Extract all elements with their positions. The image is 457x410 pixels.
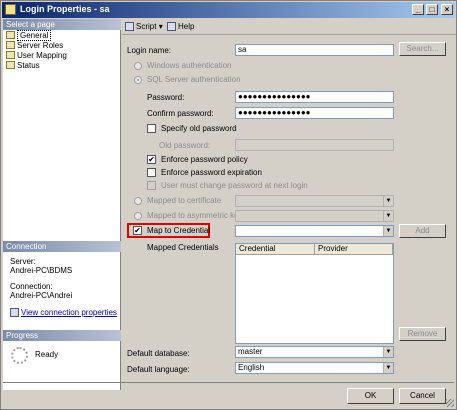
page-user-mapping[interactable]: User Mapping [6,51,67,61]
properties-icon [10,308,19,317]
mapped-credentials-label: Mapped Credentials [147,243,219,252]
password-label: Password: [147,93,185,102]
login-name-input[interactable]: sa [235,44,394,56]
password-input[interactable]: ●●●●●●●●●●●●●●● [235,91,394,103]
app-icon [5,4,16,15]
help-button[interactable]: Help [167,22,194,31]
search-button[interactable]: Search... [399,42,446,56]
chevron-down-icon: ▼ [383,196,393,206]
left-pane: Select a page General Server Roles User … [3,19,121,390]
map-credential-checkbox[interactable]: ✔ [133,226,142,235]
credential-combo[interactable]: ▼ [235,225,394,237]
default-language-label: Default language: [127,365,190,374]
maximize-button[interactable]: □ [426,4,438,15]
connection-header: Connection [3,241,121,252]
default-language-combo[interactable]: English ▼ [235,362,394,374]
map-credential-label: Map to Credential [147,226,211,235]
default-database-label: Default database: [127,349,190,358]
chevron-down-icon: ▼ [383,226,393,236]
page-icon [6,51,15,59]
mapped-credentials-grid[interactable]: Credential Provider [235,243,394,344]
page-general[interactable]: General [6,30,52,41]
chevron-down-icon: ▼ [383,363,393,373]
sql-auth-radio[interactable] [134,76,142,84]
script-icon [125,22,134,31]
default-database-combo[interactable]: master ▼ [235,346,394,358]
progress-spinner-icon [11,347,28,364]
resize-grip-icon[interactable] [446,399,454,407]
enforce-policy-label: Enforce password policy [161,155,248,164]
ok-button[interactable]: OK [347,388,394,404]
window-title: Login Properties - sa [20,4,110,14]
certificate-combo[interactable]: ▼ [235,195,394,207]
select-page-header: Select a page [3,19,121,30]
provider-column-header[interactable]: Provider [315,244,393,255]
asymmetric-key-combo[interactable]: ▼ [235,210,394,222]
remove-button[interactable]: Remove [399,327,446,341]
footer-separator [3,382,454,383]
close-button[interactable]: × [441,4,453,15]
page-server-roles[interactable]: Server Roles [6,41,63,51]
script-button[interactable]: Script ▾ [125,22,163,31]
windows-auth-label: Windows authentication [147,61,232,70]
mapped-cert-label: Mapped to certificate [147,196,222,205]
enforce-expiration-label: Enforce password expiration [161,168,262,177]
mapped-key-label: Mapped to asymmetric key [147,211,243,220]
must-change-checkbox[interactable] [147,181,156,190]
old-password-label: Old password: [159,141,211,150]
specify-old-password-label: Specify old password [161,124,237,133]
old-password-input[interactable] [235,139,394,151]
add-button[interactable]: Add [399,224,446,238]
page-icon [6,61,15,69]
view-connection-properties[interactable]: View connection properties [10,308,117,317]
toolbar: Script ▾ Help [122,19,456,35]
confirm-password-input[interactable]: ●●●●●●●●●●●●●●● [235,107,394,119]
connection-value: Andrei-PC\Andrei [10,291,73,300]
confirm-password-label: Confirm password: [147,109,214,118]
login-name-label: Login name: [127,46,172,55]
sql-auth-label: SQL Server authentication [147,75,241,84]
chevron-down-icon: ▼ [383,211,393,221]
enforce-expiration-checkbox[interactable] [147,168,156,177]
page-status[interactable]: Status [6,61,40,71]
title-bar[interactable]: Login Properties - sa _ □ × [2,2,455,18]
help-icon [167,22,176,31]
cancel-button[interactable]: Cancel [399,388,446,404]
windows-auth-radio[interactable] [134,62,142,70]
server-value: Andrei-PC\BDMS [10,266,73,275]
connection-label: Connection: [10,282,53,291]
login-properties-window: Login Properties - sa _ □ × Select a pag… [0,0,457,410]
page-icon [6,41,15,49]
credential-column-header[interactable]: Credential [236,244,315,255]
page-icon [6,31,15,39]
mapped-key-radio[interactable] [134,212,142,220]
progress-status: Ready [35,350,59,359]
enforce-policy-checkbox[interactable]: ✔ [147,155,156,164]
script-dropdown-icon[interactable]: ▾ [159,22,163,31]
must-change-label: User must change password at next login [161,181,308,190]
mapped-cert-radio[interactable] [134,197,142,205]
chevron-down-icon: ▼ [383,347,393,357]
specify-old-password-checkbox[interactable] [147,124,156,133]
minimize-button[interactable]: _ [412,4,424,15]
progress-header: Progress [3,330,121,341]
server-label: Server: [10,257,36,266]
